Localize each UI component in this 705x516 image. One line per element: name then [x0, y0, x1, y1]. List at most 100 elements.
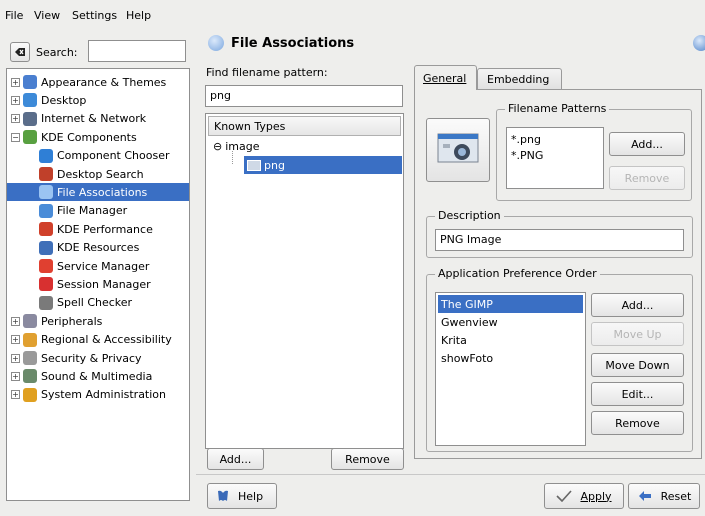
app-list-item[interactable]: Krita — [438, 331, 583, 349]
service-manager-icon — [39, 259, 53, 273]
menu-view[interactable]: View — [34, 9, 60, 22]
apply-button[interactable]: Apply — [544, 483, 624, 509]
performance-icon — [39, 222, 53, 237]
collapse-icon[interactable]: − — [11, 132, 20, 142]
expand-icon[interactable]: + — [11, 353, 20, 363]
expand-icon[interactable]: + — [11, 95, 20, 105]
sidebar-item[interactable]: KDE Resources — [7, 239, 189, 257]
sidebar-item-label: KDE Resources — [57, 241, 140, 255]
sidebar-item[interactable]: Spell Checker — [7, 294, 189, 312]
resources-icon — [39, 240, 53, 255]
find-pattern-label: Find filename pattern: — [206, 66, 328, 79]
sidebar-item[interactable]: Service Manager — [7, 257, 189, 275]
sidebar-item[interactable]: Component Chooser — [7, 147, 189, 165]
filename-patterns-title: Filename Patterns — [505, 102, 610, 115]
camera-image-icon — [437, 133, 479, 163]
desktop-search-icon — [39, 167, 53, 181]
tab-general-label: General — [423, 72, 467, 85]
sidebar-item[interactable]: − KDE Components — [7, 128, 189, 146]
add-type-button[interactable]: Add... — [207, 448, 264, 470]
desktop-icon — [23, 93, 37, 108]
tab-general[interactable]: General — [414, 65, 477, 90]
help-label: Help — [238, 489, 264, 503]
page-title: File Associations — [231, 36, 355, 51]
session-manager-icon — [39, 277, 53, 292]
peripherals-icon — [23, 314, 37, 329]
reset-icon — [638, 491, 651, 501]
known-types-tree: Known Types ⊖ image png — [205, 113, 404, 449]
sidebar-item[interactable]: + Security & Privacy — [7, 349, 189, 367]
clear-icon — [15, 48, 25, 56]
security-icon — [23, 351, 37, 365]
sidebar-item[interactable]: + Internet & Network — [7, 110, 189, 128]
clear-search-button[interactable] — [10, 42, 30, 62]
appearance-icon — [23, 75, 37, 89]
sidebar-item-label: Appearance & Themes — [41, 75, 167, 89]
sidebar-item-label: Security & Privacy — [41, 351, 142, 365]
sidebar-item[interactable]: + System Administration — [7, 386, 189, 404]
tree-item-png[interactable]: png — [244, 156, 402, 174]
sidebar-item[interactable]: + Desktop — [7, 91, 189, 109]
add-pattern-button[interactable]: Add... — [609, 132, 685, 156]
tree-item-png-label: png — [264, 158, 285, 172]
expand-icon[interactable]: + — [11, 316, 20, 326]
sidebar-item[interactable]: + Peripherals — [7, 312, 189, 330]
sidebar-item-label: Regional & Accessibility — [41, 333, 172, 347]
sidebar-item-label: Desktop — [41, 93, 87, 107]
pattern-item[interactable]: *.png — [511, 133, 541, 146]
menu-settings[interactable]: Settings — [72, 9, 117, 22]
expand-icon[interactable]: + — [11, 390, 20, 400]
sidebar-item[interactable]: File Associations — [7, 183, 189, 202]
known-types-header[interactable]: Known Types — [208, 116, 401, 136]
sidebar-item[interactable]: + Sound & Multimedia — [7, 367, 189, 385]
help-button[interactable]: Help — [207, 483, 277, 509]
sidebar-item-label: Desktop Search — [57, 167, 144, 181]
image-file-icon — [247, 159, 261, 171]
tab-embedding[interactable]: Embedding — [477, 68, 562, 90]
filename-patterns-list: *.png *.PNG — [506, 127, 604, 189]
sidebar-item[interactable]: Desktop Search — [7, 165, 189, 183]
menu-help[interactable]: Help — [126, 9, 151, 22]
sidebar-item[interactable]: File Manager — [7, 202, 189, 220]
sidebar-item[interactable]: Session Manager — [7, 275, 189, 293]
expand-icon[interactable]: + — [11, 77, 20, 87]
remove-app-button[interactable]: Remove — [591, 411, 684, 435]
sidebar-item-label: KDE Performance — [57, 222, 153, 236]
sidebar-item-label: Service Manager — [57, 259, 150, 273]
reset-button[interactable]: Reset — [628, 483, 700, 509]
move-up-button[interactable]: Move Up — [591, 322, 684, 346]
app-preference-list: The GIMP Gwenview Krita showFoto — [435, 292, 586, 446]
expand-icon[interactable]: + — [11, 335, 20, 345]
remove-pattern-button[interactable]: Remove — [609, 166, 685, 190]
spell-checker-icon — [39, 295, 53, 310]
find-pattern-input[interactable]: png — [205, 85, 403, 107]
app-list-item[interactable]: Gwenview — [438, 313, 583, 331]
file-associations-header-icon — [208, 35, 224, 51]
add-app-button[interactable]: Add... — [591, 293, 684, 317]
app-list-item[interactable]: showFoto — [438, 349, 583, 367]
remove-type-button[interactable]: Remove — [331, 448, 404, 470]
description-input[interactable]: PNG Image — [435, 229, 684, 251]
app-preference-title: Application Preference Order — [435, 267, 600, 280]
sidebar-item-label: Sound & Multimedia — [41, 369, 153, 383]
tree-item-image[interactable]: ⊖ image — [213, 140, 259, 153]
component-chooser-icon — [39, 148, 53, 163]
sidebar-item[interactable]: KDE Performance — [7, 220, 189, 238]
menu-file[interactable]: File — [5, 9, 23, 22]
file-associations-icon — [39, 185, 53, 200]
edit-app-button[interactable]: Edit... — [591, 382, 684, 406]
expand-icon[interactable]: + — [11, 114, 20, 124]
move-down-button[interactable]: Move Down — [591, 353, 684, 377]
mime-icon-button[interactable] — [426, 118, 490, 182]
sidebar-tree: + Appearance & Themes + Desktop + Internet & … — [6, 68, 190, 501]
sidebar-item-label: Spell Checker — [57, 296, 133, 310]
network-icon — [23, 111, 37, 126]
help-icon — [218, 490, 228, 501]
search-input[interactable] — [88, 40, 186, 62]
check-icon — [556, 490, 573, 502]
expand-icon[interactable]: + — [11, 371, 20, 381]
sidebar-item[interactable]: + Appearance & Themes — [7, 73, 189, 91]
app-list-item[interactable]: The GIMP — [438, 295, 583, 313]
sidebar-item[interactable]: + Regional & Accessibility — [7, 331, 189, 349]
pattern-item[interactable]: *.PNG — [511, 149, 543, 162]
